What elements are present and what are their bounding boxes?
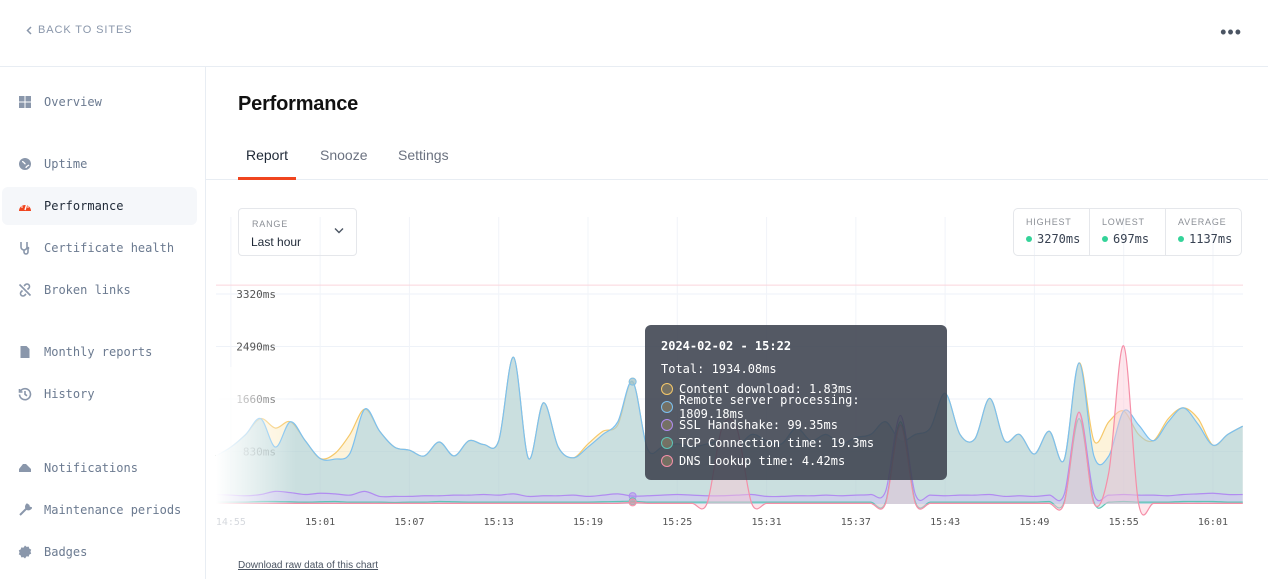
stat-value: 1137ms — [1189, 232, 1233, 246]
performance-chart[interactable]: 3320ms2490ms1660ms830ms14:5515:0115:0715… — [206, 67, 1268, 579]
sidebar-item-label: History — [44, 387, 95, 401]
highlight-marker — [628, 498, 637, 507]
back-to-sites-link[interactable]: BACK TO SITES — [26, 24, 132, 36]
sidebar-item-notifications[interactable]: Notifications — [2, 449, 197, 487]
sidebar-item-label: Performance — [44, 199, 124, 213]
highlight-marker — [628, 377, 637, 386]
x-tick-label: 14:55 — [216, 517, 246, 528]
globe-icon — [19, 158, 31, 170]
stat-value: 697ms — [1113, 232, 1150, 246]
status-dot-icon — [1178, 236, 1184, 242]
stat-value: 3270ms — [1037, 232, 1081, 246]
sidebar-item-uptime[interactable]: Uptime — [2, 145, 197, 183]
sidebar-item-label: Maintenance periods — [44, 503, 182, 517]
range-select[interactable]: RANGE Last hour — [238, 208, 357, 256]
x-tick-label: 15:55 — [1109, 517, 1139, 528]
tooltip-row-text: SSL Handshake: 99.35ms — [679, 418, 838, 432]
x-tick-label: 15:07 — [394, 517, 424, 528]
x-tick-label: 16:01 — [1198, 517, 1228, 528]
x-tick-label: 15:31 — [752, 517, 782, 528]
x-tick-label: 15:25 — [662, 517, 692, 528]
tooltip-row-text: Remote server processing: 1809.18ms — [679, 393, 860, 421]
x-tick-label: 15:13 — [484, 517, 514, 528]
sidebar-item-overview[interactable]: Overview — [2, 83, 197, 121]
grid-icon — [19, 96, 31, 108]
y-tick-label: 3320ms — [236, 288, 276, 301]
gauge-icon — [19, 204, 31, 211]
sidebar-item-maintenance-periods[interactable]: Maintenance periods — [2, 491, 197, 529]
x-tick-label: 15:37 — [841, 517, 871, 528]
tooltip-row-text: DNS Lookup time: 4.42ms — [679, 454, 846, 468]
wrench-icon — [19, 503, 32, 516]
history-icon — [18, 387, 32, 401]
chevron-down-icon — [334, 228, 344, 234]
download-raw-data-link[interactable]: Download raw data of this chart — [238, 560, 378, 571]
stat-average: AVERAGE 1137ms — [1166, 209, 1241, 255]
sidebar-item-certificate-health[interactable]: Certificate health — [2, 229, 197, 267]
legend-dot-icon — [661, 437, 673, 449]
sidebar-item-label: Notifications — [44, 461, 138, 475]
stat-label: HIGHEST — [1026, 217, 1072, 227]
status-dot-icon — [1102, 236, 1108, 242]
sidebar-item-badges[interactable]: Badges — [2, 533, 197, 571]
legend-dot-icon — [661, 383, 673, 395]
stat-highest: HIGHEST 3270ms — [1014, 209, 1090, 255]
stat-lowest: LOWEST 697ms — [1090, 209, 1166, 255]
x-tick-label: 15:43 — [930, 517, 960, 528]
y-tick-label: 2490ms — [236, 341, 276, 354]
range-value: Last hour — [251, 235, 302, 249]
chevron-left-icon — [26, 25, 32, 35]
status-dot-icon — [1026, 236, 1032, 242]
sidebar-item-history[interactable]: History — [2, 375, 197, 413]
top-bar: BACK TO SITES ••• — [0, 0, 1268, 67]
sidebar-item-monthly-reports[interactable]: Monthly reports — [2, 333, 197, 371]
sidebar-item-label: Overview — [44, 95, 102, 109]
x-tick-label: 15:01 — [305, 517, 335, 528]
sidebar-item-broken-links[interactable]: Broken links — [2, 271, 197, 309]
stethoscope-icon — [20, 242, 30, 255]
x-tick-label: 15:49 — [1019, 517, 1049, 528]
sidebar-item-label: Monthly reports — [44, 345, 153, 359]
broken-link-icon — [18, 283, 32, 297]
stat-label: LOWEST — [1102, 217, 1145, 227]
sidebar: Overview Uptime Performance Certificate … — [0, 67, 206, 579]
tooltip-row: DNS Lookup time: 4.42ms — [661, 452, 931, 470]
sidebar-item-label: Uptime — [44, 157, 88, 171]
sidebar-item-label: Badges — [44, 545, 88, 559]
legend-dot-icon — [661, 401, 673, 413]
tooltip-date: 2024-02-02 - 15:22 — [661, 339, 792, 353]
megaphone-icon — [19, 464, 31, 472]
document-icon — [20, 346, 30, 358]
stat-label: AVERAGE — [1178, 217, 1227, 227]
x-tick-label: 15:19 — [573, 517, 603, 528]
sidebar-item-performance[interactable]: Performance — [2, 187, 197, 225]
legend-dot-icon — [661, 455, 673, 467]
main-content: Performance Report Snooze Settings 3320m… — [206, 67, 1268, 579]
back-label: BACK TO SITES — [38, 24, 133, 36]
legend-dot-icon — [661, 419, 673, 431]
tooltip-total: Total: 1934.08ms — [661, 362, 777, 376]
sidebar-item-label: Broken links — [44, 283, 131, 297]
badge-icon — [18, 545, 32, 559]
ellipsis-icon[interactable]: ••• — [1220, 22, 1242, 43]
chart-tooltip: 2024-02-02 - 15:22 Total: 1934.08ms Cont… — [645, 325, 947, 480]
range-label: RANGE — [252, 219, 289, 229]
chart-left-fade — [216, 367, 296, 507]
tooltip-row-text: TCP Connection time: 19.3ms — [679, 436, 875, 450]
tooltip-row: Remote server processing: 1809.18ms — [661, 393, 931, 421]
sidebar-item-label: Certificate health — [44, 241, 175, 255]
tooltip-row: TCP Connection time: 19.3ms — [661, 434, 931, 452]
stats-summary: HIGHEST 3270ms LOWEST 697ms AVERAGE 1137ms — [1013, 208, 1242, 256]
